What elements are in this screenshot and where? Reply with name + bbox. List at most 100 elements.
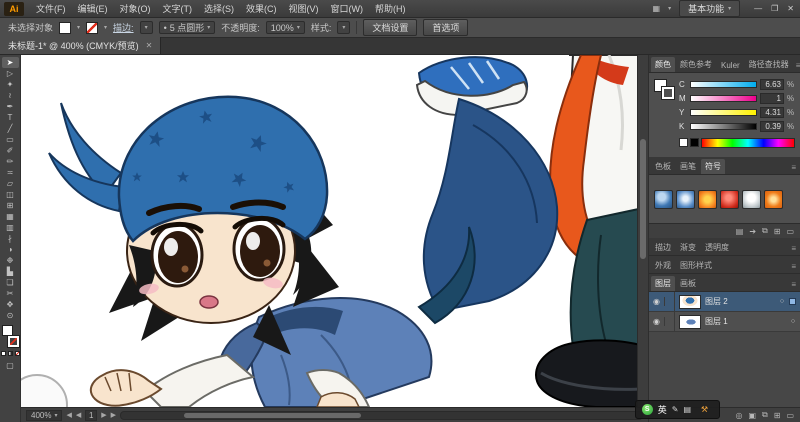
minimize-button[interactable]: — <box>754 4 762 13</box>
arrange-documents-icon[interactable]: ▦ <box>653 4 661 13</box>
column-graph-tool[interactable]: ▙ <box>2 266 19 277</box>
previous-artboard-icon[interactable]: ◀ <box>76 411 81 419</box>
document-setup-button[interactable]: 文档设置 <box>363 19 418 36</box>
layer-target-icon[interactable]: ○ <box>786 318 800 325</box>
panel-menu-icon[interactable]: ≡ <box>794 59 800 72</box>
ime-toolbox-icon[interactable]: ⚒ <box>696 404 713 415</box>
layer-target-icon[interactable]: ○ <box>775 298 789 305</box>
symbol-sprayer-tool[interactable]: ❉ <box>2 255 19 266</box>
break-link-icon[interactable]: ⧉ <box>762 226 768 236</box>
tab-stroke[interactable]: 描边 <box>651 240 675 255</box>
opacity-dropdown[interactable]: 100% ▾ <box>265 21 305 34</box>
color-spectrum-bar[interactable] <box>701 137 795 148</box>
stroke-panel-link[interactable]: 描边: <box>113 21 134 34</box>
tab-artboards[interactable]: 画板 <box>676 276 700 291</box>
yellow-value-field[interactable]: 4.31 <box>760 107 784 118</box>
color-fill-button[interactable] <box>0 351 6 356</box>
type-tool[interactable]: T <box>2 112 19 123</box>
horizontal-scrollbar-thumb[interactable] <box>183 412 361 418</box>
menu-help[interactable]: 帮助(H) <box>369 0 412 18</box>
layer-row-2[interactable]: ◉ 图层 2 ○ <box>649 292 800 312</box>
ime-keyboard-icon[interactable]: ▤ <box>683 405 691 414</box>
delete-layer-icon[interactable]: ▭ <box>786 411 794 420</box>
pencil-tool[interactable]: ✏ <box>2 156 19 167</box>
layer-name[interactable]: 图层 2 <box>705 296 775 307</box>
magenta-slider[interactable] <box>690 95 757 102</box>
delete-symbol-icon[interactable]: ▭ <box>786 227 794 236</box>
mesh-tool[interactable]: ▦ <box>2 211 19 222</box>
arrange-caret-icon[interactable]: ▾ <box>668 5 671 12</box>
gradient-tool[interactable]: ▥ <box>2 222 19 233</box>
layer-name[interactable]: 图层 1 <box>705 316 786 327</box>
menu-select[interactable]: 选择(S) <box>198 0 240 18</box>
horizontal-scrollbar[interactable] <box>120 410 643 420</box>
globe-blue-symbol[interactable] <box>676 189 695 209</box>
toolbar-fill-swatch[interactable] <box>1 325 13 336</box>
layer-thumbnail[interactable] <box>679 294 701 309</box>
fill-stroke-indicator[interactable] <box>1 325 20 348</box>
tab-brushes[interactable]: 画笔 <box>676 159 700 174</box>
flower-orange-symbol[interactable] <box>698 189 717 209</box>
new-layer-icon[interactable]: ⊞ <box>774 411 781 420</box>
stroke-caret-icon[interactable]: ▾ <box>104 24 107 31</box>
new-symbol-icon[interactable]: ⊞ <box>774 227 781 236</box>
layer-row-1[interactable]: ◉ 图层 1 ○ <box>649 312 800 332</box>
white-swatch[interactable] <box>679 138 688 147</box>
starburst-orange-symbol[interactable] <box>764 189 783 209</box>
black-swatch[interactable] <box>690 138 699 147</box>
menu-type[interactable]: 文字(T) <box>157 0 199 18</box>
none-fill-button[interactable] <box>14 351 20 356</box>
restore-button[interactable]: ❐ <box>771 4 778 13</box>
symbol-library-icon[interactable]: ▤ <box>736 227 744 236</box>
brush-definition-dropdown[interactable]: • 5 点圆形 ▾ <box>158 21 216 34</box>
black-value-field[interactable]: 0.39 <box>760 121 784 132</box>
toolbar-stroke-swatch[interactable] <box>6 335 20 348</box>
hand-tool[interactable]: ✥ <box>2 299 19 310</box>
menu-file[interactable]: 文件(F) <box>30 0 72 18</box>
menu-edit[interactable]: 编辑(E) <box>72 0 114 18</box>
locate-object-icon[interactable]: ◎ <box>735 411 742 420</box>
tab-kuler[interactable]: Kuler <box>717 59 744 72</box>
menu-window[interactable]: 窗口(W) <box>325 0 370 18</box>
line-tool[interactable]: ╱ <box>2 123 19 134</box>
magic-wand-tool[interactable]: ✦ <box>2 79 19 90</box>
first-artboard-icon[interactable]: ◀ <box>66 411 71 419</box>
tab-symbols[interactable]: 符号 <box>701 159 725 174</box>
fill-swatch[interactable] <box>59 21 72 34</box>
menu-object[interactable]: 对象(O) <box>114 0 157 18</box>
new-sublayer-icon[interactable]: ⧉ <box>762 410 768 420</box>
menu-view[interactable]: 视图(V) <box>283 0 325 18</box>
zoom-level-dropdown[interactable]: 400% ▾ <box>26 409 63 421</box>
tab-pathfinder[interactable]: 路径查找器 <box>745 57 793 72</box>
tab-graphic-styles[interactable]: 图形样式 <box>676 258 716 273</box>
artboard-tool[interactable]: ❏ <box>2 277 19 288</box>
cyan-slider[interactable] <box>690 81 757 88</box>
tab-color-guide[interactable]: 颜色参考 <box>676 57 716 72</box>
ime-mode-label[interactable]: 英 <box>658 403 667 416</box>
pen-tool[interactable]: ✒ <box>2 101 19 112</box>
tab-swatches[interactable]: 色板 <box>651 159 675 174</box>
cyan-value-field[interactable]: 6.63 <box>760 79 784 90</box>
visibility-eye-icon[interactable]: ◉ <box>649 317 665 326</box>
next-artboard-icon[interactable]: ▶ <box>101 411 106 419</box>
lock-toggle-cell[interactable] <box>665 312 675 331</box>
selection-tool[interactable]: ➤ <box>1 57 19 68</box>
perspective-grid-tool[interactable]: ⊞ <box>2 200 19 211</box>
slice-tool[interactable]: ✂ <box>2 288 19 299</box>
document-close-icon[interactable]: ✕ <box>146 41 153 50</box>
make-clip-mask-icon[interactable]: ▣ <box>748 411 756 420</box>
fill-caret-icon[interactable]: ▾ <box>77 24 80 31</box>
tab-layers[interactable]: 图层 <box>651 276 675 291</box>
layer-thumbnail[interactable] <box>679 314 701 329</box>
person-blue-symbol[interactable] <box>654 189 673 209</box>
shape-builder-tool[interactable]: ◫ <box>2 189 19 200</box>
workspace-switcher[interactable]: 基本功能 ▾ <box>679 0 741 17</box>
close-button[interactable]: ✕ <box>787 4 794 13</box>
ladybug-red-symbol[interactable] <box>720 189 739 209</box>
document-tab[interactable]: 未标题-1* @ 400% (CMYK/预览) ✕ <box>0 37 162 54</box>
panel-menu-icon[interactable]: ≡ <box>789 278 798 291</box>
rectangle-tool[interactable]: ▭ <box>2 134 19 145</box>
place-symbol-icon[interactable]: ➔ <box>749 227 756 236</box>
preferences-button[interactable]: 首选项 <box>423 19 469 36</box>
eyedropper-tool[interactable]: ∤ <box>2 233 19 244</box>
